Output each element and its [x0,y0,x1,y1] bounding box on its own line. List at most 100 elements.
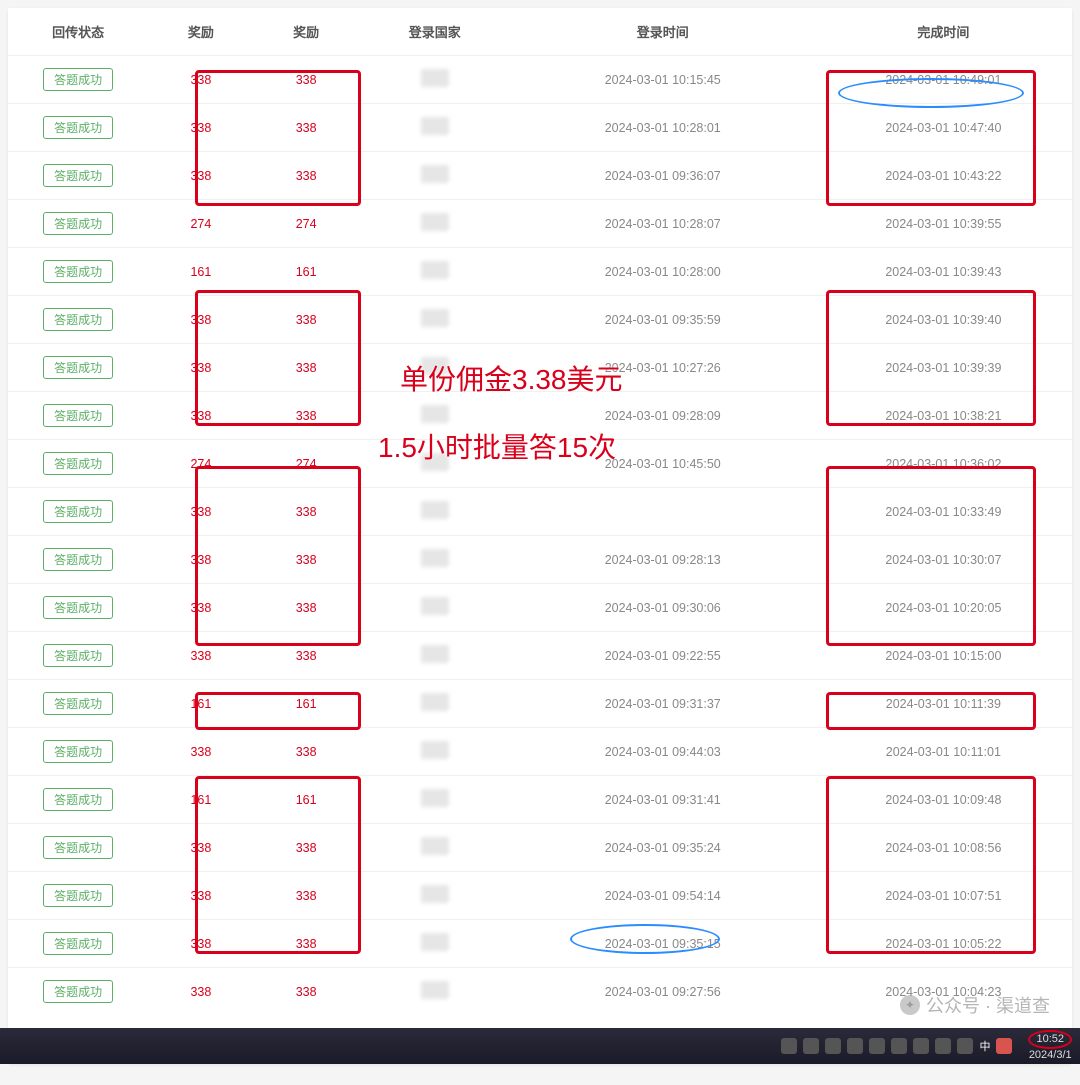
cell-reward2: 338 [254,920,359,968]
cell-done-time: 2024-03-01 10:39:39 [815,344,1072,392]
cell-reward2: 338 [254,536,359,584]
status-badge: 答题成功 [43,548,113,571]
table-row[interactable]: 答题成功 338 338 2024-03-01 09:35:24 2024-03… [8,824,1072,872]
table-row[interactable]: 答题成功 161 161 2024-03-01 09:31:37 2024-03… [8,680,1072,728]
cell-reward2: 338 [254,584,359,632]
country-flag-blurred [421,453,449,471]
table-row[interactable]: 答题成功 338 338 2024-03-01 10:28:01 2024-03… [8,104,1072,152]
tray-icon[interactable] [913,1038,929,1054]
table-row[interactable]: 答题成功 338 338 2024-03-01 10:27:26 2024-03… [8,344,1072,392]
cell-reward1: 338 [148,488,253,536]
cell-reward1: 338 [148,344,253,392]
cell-login-time: 2024-03-01 09:28:13 [511,536,815,584]
cell-status: 答题成功 [8,776,148,824]
cell-country [359,488,511,536]
tray-icon[interactable] [957,1038,973,1054]
cell-done-time: 2024-03-01 10:15:00 [815,632,1072,680]
windows-taskbar[interactable]: 中 10:52 2024/3/1 [0,1028,1080,1064]
status-badge: 答题成功 [43,884,113,907]
table-row[interactable]: 答题成功 338 338 2024-03-01 09:35:15 2024-03… [8,920,1072,968]
cell-country [359,584,511,632]
table-row[interactable]: 答题成功 338 338 2024-03-01 09:28:13 2024-03… [8,536,1072,584]
cell-reward1: 161 [148,248,253,296]
cell-country [359,968,511,1016]
country-flag-blurred [421,789,449,807]
cell-login-time: 2024-03-01 10:28:00 [511,248,815,296]
cell-reward1: 338 [148,872,253,920]
cell-login-time: 2024-03-01 09:22:55 [511,632,815,680]
status-badge: 答题成功 [43,644,113,667]
table-row[interactable]: 答题成功 274 274 2024-03-01 10:28:07 2024-03… [8,200,1072,248]
cell-reward2: 338 [254,104,359,152]
cell-country [359,56,511,104]
cell-reward1: 338 [148,536,253,584]
cell-status: 答题成功 [8,680,148,728]
cell-login-time: 2024-03-01 09:31:41 [511,776,815,824]
country-flag-blurred [421,261,449,279]
status-badge: 答题成功 [43,68,113,91]
cell-done-time: 2024-03-01 10:08:56 [815,824,1072,872]
table-row[interactable]: 答题成功 274 274 2024-03-01 10:45:50 2024-03… [8,440,1072,488]
table-row[interactable]: 答题成功 338 338 2024-03-01 09:35:59 2024-03… [8,296,1072,344]
col-head-login-time: 登录时间 [511,8,815,56]
table-row[interactable]: 答题成功 338 338 2024-03-01 09:54:14 2024-03… [8,872,1072,920]
cell-reward1: 338 [148,968,253,1016]
tray-icon[interactable] [996,1038,1012,1054]
cell-login-time: 2024-03-01 09:28:09 [511,392,815,440]
tray-icon[interactable] [825,1038,841,1054]
table-row[interactable]: 答题成功 161 161 2024-03-01 09:31:41 2024-03… [8,776,1072,824]
cell-login-time: 2024-03-01 09:35:15 [511,920,815,968]
status-badge: 答题成功 [43,596,113,619]
table-row[interactable]: 答题成功 338 338 2024-03-01 10:33:49 [8,488,1072,536]
tray-icon[interactable] [803,1038,819,1054]
cell-country [359,296,511,344]
cell-status: 答题成功 [8,872,148,920]
table-row[interactable]: 答题成功 338 338 2024-03-01 09:36:07 2024-03… [8,152,1072,200]
cell-country [359,776,511,824]
cell-reward1: 161 [148,776,253,824]
cell-reward2: 338 [254,632,359,680]
cell-status: 答题成功 [8,824,148,872]
col-head-country: 登录国家 [359,8,511,56]
tray-icon[interactable] [847,1038,863,1054]
cell-reward1: 274 [148,440,253,488]
table-row[interactable]: 答题成功 161 161 2024-03-01 10:28:00 2024-03… [8,248,1072,296]
cell-country [359,392,511,440]
cell-status: 答题成功 [8,632,148,680]
cell-country [359,248,511,296]
cell-reward1: 161 [148,680,253,728]
tray-icon[interactable] [891,1038,907,1054]
country-flag-blurred [421,933,449,951]
cell-status: 答题成功 [8,488,148,536]
ime-indicator[interactable]: 中 [979,1038,990,1054]
tray-icon[interactable] [869,1038,885,1054]
tray-icon[interactable] [935,1038,951,1054]
cell-done-time: 2024-03-01 10:43:22 [815,152,1072,200]
system-tray[interactable]: 中 [781,1038,1012,1054]
cell-status: 答题成功 [8,200,148,248]
tray-icon[interactable] [781,1038,797,1054]
table-row[interactable]: 答题成功 338 338 2024-03-01 09:22:55 2024-03… [8,632,1072,680]
cell-reward2: 274 [254,440,359,488]
table-row[interactable]: 答题成功 338 338 2024-03-01 09:30:06 2024-03… [8,584,1072,632]
country-flag-blurred [421,885,449,903]
taskbar-clock[interactable]: 10:52 2024/3/1 [1028,1030,1072,1062]
cell-login-time: 2024-03-01 09:35:59 [511,296,815,344]
table-row[interactable]: 答题成功 338 338 2024-03-01 09:28:09 2024-03… [8,392,1072,440]
country-flag-blurred [421,597,449,615]
country-flag-blurred [421,69,449,87]
cell-status: 答题成功 [8,968,148,1016]
country-flag-blurred [421,405,449,423]
cell-status: 答题成功 [8,56,148,104]
table-header-row: 回传状态 奖励 奖励 登录国家 登录时间 完成时间 [8,8,1072,56]
cell-reward1: 338 [148,584,253,632]
table-row[interactable]: 答题成功 338 338 2024-03-01 10:15:45 2024-03… [8,56,1072,104]
table-row[interactable]: 答题成功 338 338 2024-03-01 09:44:03 2024-03… [8,728,1072,776]
cell-reward2: 338 [254,344,359,392]
cell-login-time: 2024-03-01 09:31:37 [511,680,815,728]
data-table: 回传状态 奖励 奖励 登录国家 登录时间 完成时间 答题成功 338 338 2… [8,8,1072,1015]
cell-status: 答题成功 [8,584,148,632]
status-badge: 答题成功 [43,404,113,427]
cell-country [359,728,511,776]
cell-done-time: 2024-03-01 10:38:21 [815,392,1072,440]
